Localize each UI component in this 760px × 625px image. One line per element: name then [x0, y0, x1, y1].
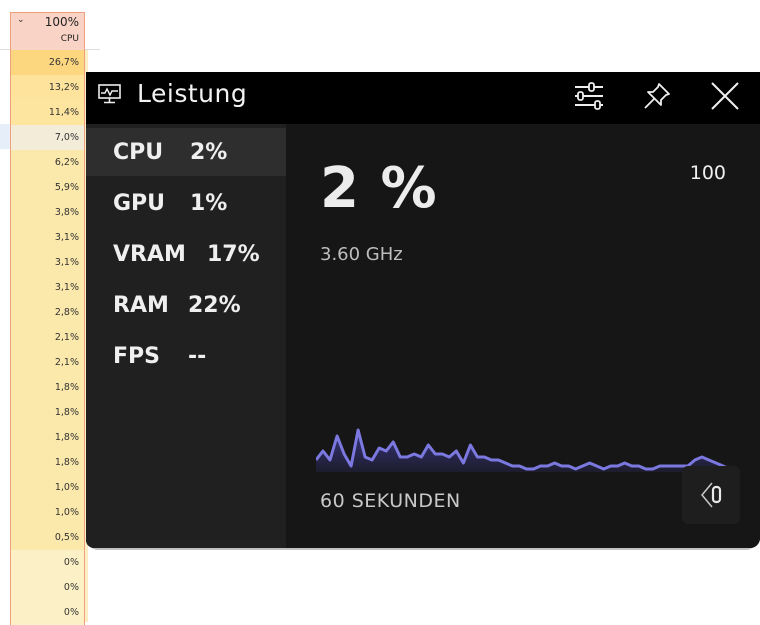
chart-time-label: 60 SEKUNDEN [320, 490, 461, 512]
cpu-column-header[interactable]: ⌄ 100% CPU [10, 12, 85, 50]
metric-ram[interactable]: RAM 22% [86, 281, 286, 329]
cpu-value-cell[interactable]: 1,8% [11, 425, 84, 450]
widget-titlebar[interactable]: Leistung [86, 72, 760, 124]
cpu-total-percent: 100% [45, 15, 79, 29]
cpu-value-cell[interactable]: 1,0% [11, 475, 84, 500]
cpu-value-cell[interactable]: 3,1% [11, 225, 84, 250]
metric-value: 1% [190, 191, 227, 216]
pin-icon [642, 81, 672, 111]
cpu-value-list: 26,7%13,2%11,4%7,0%6,2%5,9%3,8%3,1%3,1%3… [10, 50, 85, 625]
metric-value: 22% [188, 293, 241, 318]
metric-label: RAM [113, 293, 169, 318]
metric-label: CPU [113, 140, 163, 165]
cpu-value-cell[interactable]: 1,8% [11, 400, 84, 425]
chevron-down-icon: ⌄ [17, 15, 25, 25]
cpu-value-cell[interactable]: 3,8% [11, 200, 84, 225]
metric-gpu[interactable]: GPU 1% [86, 179, 286, 227]
collapse-left-icon [682, 466, 740, 524]
cpu-value-cell[interactable]: 7,0% [11, 125, 84, 150]
cpu-value-cell[interactable]: 3,1% [11, 275, 84, 300]
cpu-frequency: 3.60 GHz [320, 244, 403, 265]
performance-widget: Leistung CPU [86, 72, 760, 548]
metric-detail-panel: 2 % 3.60 GHz 100 60 SEKUNDEN [286, 124, 760, 548]
cpu-value-cell[interactable]: 2,8% [11, 300, 84, 325]
cpu-value-cell[interactable]: 1,0% [11, 500, 84, 525]
metric-fps[interactable]: FPS -- [86, 332, 286, 380]
cpu-value-cell[interactable]: 11,4% [11, 100, 84, 125]
metric-value: 17% [207, 242, 260, 267]
close-icon [710, 81, 740, 111]
metrics-sidebar: CPU 2% GPU 1% VRAM 17% RAM 22% FPS -- [86, 124, 286, 548]
cpu-value-cell[interactable]: 2,1% [11, 350, 84, 375]
cpu-value-cell[interactable]: 1,8% [11, 450, 84, 475]
metric-label: GPU [113, 191, 165, 216]
current-usage-value: 2 % [320, 156, 438, 221]
cpu-column: ⌄ 100% CPU 26,7%13,2%11,4%7,0%6,2%5,9%3,… [10, 0, 85, 622]
performance-monitor-icon [98, 84, 122, 104]
cpu-column-label: CPU [61, 34, 79, 44]
cpu-value-cell[interactable]: 2,1% [11, 325, 84, 350]
metric-label: FPS [113, 344, 160, 369]
cpu-value-cell[interactable]: 0% [11, 550, 84, 575]
cpu-value-cell[interactable]: 0% [11, 600, 84, 625]
cpu-value-cell[interactable]: 1,8% [11, 375, 84, 400]
pin-button[interactable] [639, 78, 675, 114]
cpu-value-cell[interactable]: 26,7% [11, 50, 84, 75]
cpu-value-cell[interactable]: 5,9% [11, 175, 84, 200]
close-button[interactable] [707, 78, 743, 114]
metric-cpu[interactable]: CPU 2% [86, 128, 286, 176]
metric-vram[interactable]: VRAM 17% [86, 230, 286, 278]
chart-max-label: 100 [690, 162, 726, 184]
selected-row-highlight [0, 124, 10, 149]
widget-title: Leistung [137, 79, 247, 108]
cpu-value-cell[interactable]: 13,2% [11, 75, 84, 100]
cpu-value-cell[interactable]: 6,2% [11, 150, 84, 175]
sliders-icon [573, 82, 605, 110]
cpu-value-cell[interactable]: 0,5% [11, 525, 84, 550]
cpu-value-cell[interactable]: 3,1% [11, 250, 84, 275]
collapse-button[interactable] [682, 466, 740, 524]
usage-chart [316, 414, 730, 474]
settings-button[interactable] [571, 78, 607, 114]
metric-label: VRAM [113, 242, 186, 267]
metric-value: 2% [190, 140, 227, 165]
metric-value: -- [188, 344, 206, 369]
cpu-value-cell[interactable]: 0% [11, 575, 84, 600]
